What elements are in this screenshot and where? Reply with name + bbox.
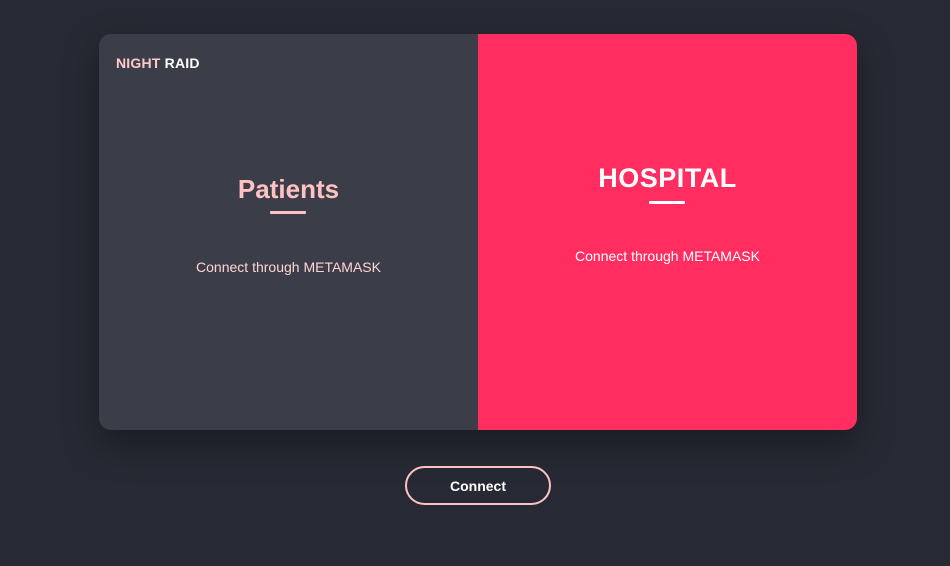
brand-logo-raid: RAID	[164, 55, 200, 71]
patients-panel[interactable]: NIGHT RAID Patients Connect through META…	[99, 34, 478, 430]
hospital-title: HOSPITAL	[598, 163, 737, 193]
login-card: NIGHT RAID Patients Connect through META…	[99, 34, 857, 430]
connect-button[interactable]: Connect	[405, 466, 551, 505]
patients-subtitle: Connect through METAMASK	[196, 259, 381, 275]
hospital-subtitle: Connect through METAMASK	[575, 248, 760, 264]
brand-logo-night: NIGHT	[116, 55, 161, 71]
hospital-panel[interactable]: HOSPITAL Connect through METAMASK	[478, 34, 857, 430]
hospital-title-underline	[649, 201, 685, 204]
brand-logo: NIGHT RAID	[116, 55, 200, 71]
patients-title: Patients	[237, 174, 340, 204]
patients-title-underline	[270, 211, 306, 214]
